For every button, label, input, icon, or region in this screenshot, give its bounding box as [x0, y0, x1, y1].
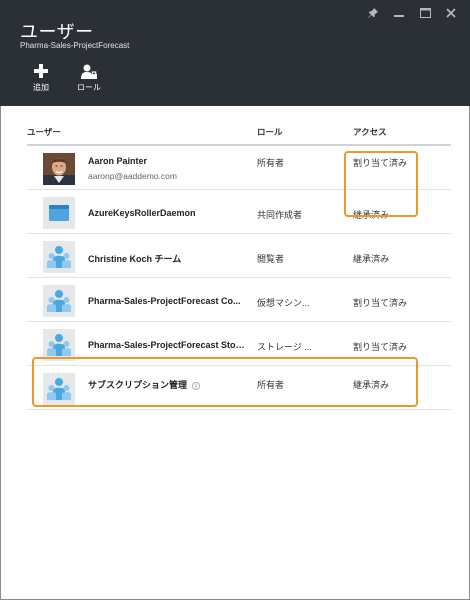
user-access: 継承済み — [353, 254, 390, 264]
user-name: Pharma-Sales-ProjectForecast Co... — [88, 296, 241, 306]
table-row[interactable]: サブスクリプション管理 所有者 継承済み — [27, 366, 451, 410]
user-access: 割り当て済み — [353, 342, 408, 352]
page-subtitle: Pharma-Sales-ProjectForecast — [20, 41, 130, 50]
group-icon — [43, 285, 75, 317]
close-icon[interactable] — [438, 6, 464, 20]
column-header-access[interactable]: アクセス — [353, 126, 387, 138]
pin-icon[interactable] — [360, 6, 386, 20]
user-role: 所有者 — [257, 158, 285, 168]
add-button-label: 追加 — [33, 83, 49, 92]
group-icon — [43, 329, 75, 361]
user-role: 共同作成者 — [257, 210, 303, 220]
table-row[interactable]: AzureKeysRollerDaemon 共同作成者 継承済み — [27, 190, 451, 234]
table-row[interactable]: Christine Koch チーム 閲覧者 継承済み — [27, 234, 451, 278]
minimize-icon[interactable] — [386, 6, 412, 20]
user-role-icon — [81, 64, 97, 79]
info-icon[interactable] — [192, 381, 201, 390]
table-row[interactable]: Pharma-Sales-ProjectForecast Stor... ストレ… — [27, 322, 451, 366]
user-access: 継承済み — [353, 380, 390, 390]
user-name: Aaron Painter — [88, 156, 148, 166]
blade-header: ユーザー Pharma-Sales-ProjectForecast 追加 ロール — [0, 0, 470, 106]
group-icon — [43, 241, 75, 273]
window-controls — [360, 6, 464, 20]
column-header-user[interactable]: ユーザー — [27, 126, 61, 138]
roles-button-label: ロール — [77, 83, 101, 92]
table-row[interactable]: Pharma-Sales-ProjectForecast Co... 仮想マシン… — [27, 278, 451, 322]
app-icon — [43, 197, 75, 229]
column-header-role[interactable]: ロール — [257, 126, 283, 138]
group-icon — [43, 373, 75, 405]
user-access: 継承済み — [353, 210, 390, 220]
roles-button[interactable]: ロール — [69, 64, 109, 93]
user-access: 割り当て済み — [353, 298, 408, 308]
user-name: Christine Koch チーム — [88, 254, 182, 264]
user-name: AzureKeysRollerDaemon — [88, 208, 196, 218]
user-role: 閲覧者 — [257, 254, 285, 264]
table-row[interactable]: Aaron Painter aaronp@aaddemo.com 所有者 割り当… — [27, 146, 451, 190]
user-email: aaronp@aaddemo.com — [88, 171, 177, 181]
user-role: 仮想マシン... — [257, 298, 310, 308]
maximize-icon[interactable] — [412, 6, 438, 20]
users-grid: ユーザー ロール アクセス Aaron Painter aaronp@aadde… — [27, 120, 451, 410]
user-role: 所有者 — [257, 380, 285, 390]
add-button[interactable]: 追加 — [21, 64, 61, 93]
user-access: 割り当て済み — [353, 158, 408, 168]
user-name: Pharma-Sales-ProjectForecast Stor... — [88, 340, 246, 350]
user-role: ストレージ ... — [257, 342, 312, 352]
user-name-wrapper: サブスクリプション管理 — [88, 378, 246, 391]
grid-header: ユーザー ロール アクセス — [27, 120, 451, 146]
person-photo-avatar — [43, 153, 75, 185]
plus-icon — [34, 64, 48, 78]
user-name: サブスクリプション管理 — [88, 380, 188, 390]
